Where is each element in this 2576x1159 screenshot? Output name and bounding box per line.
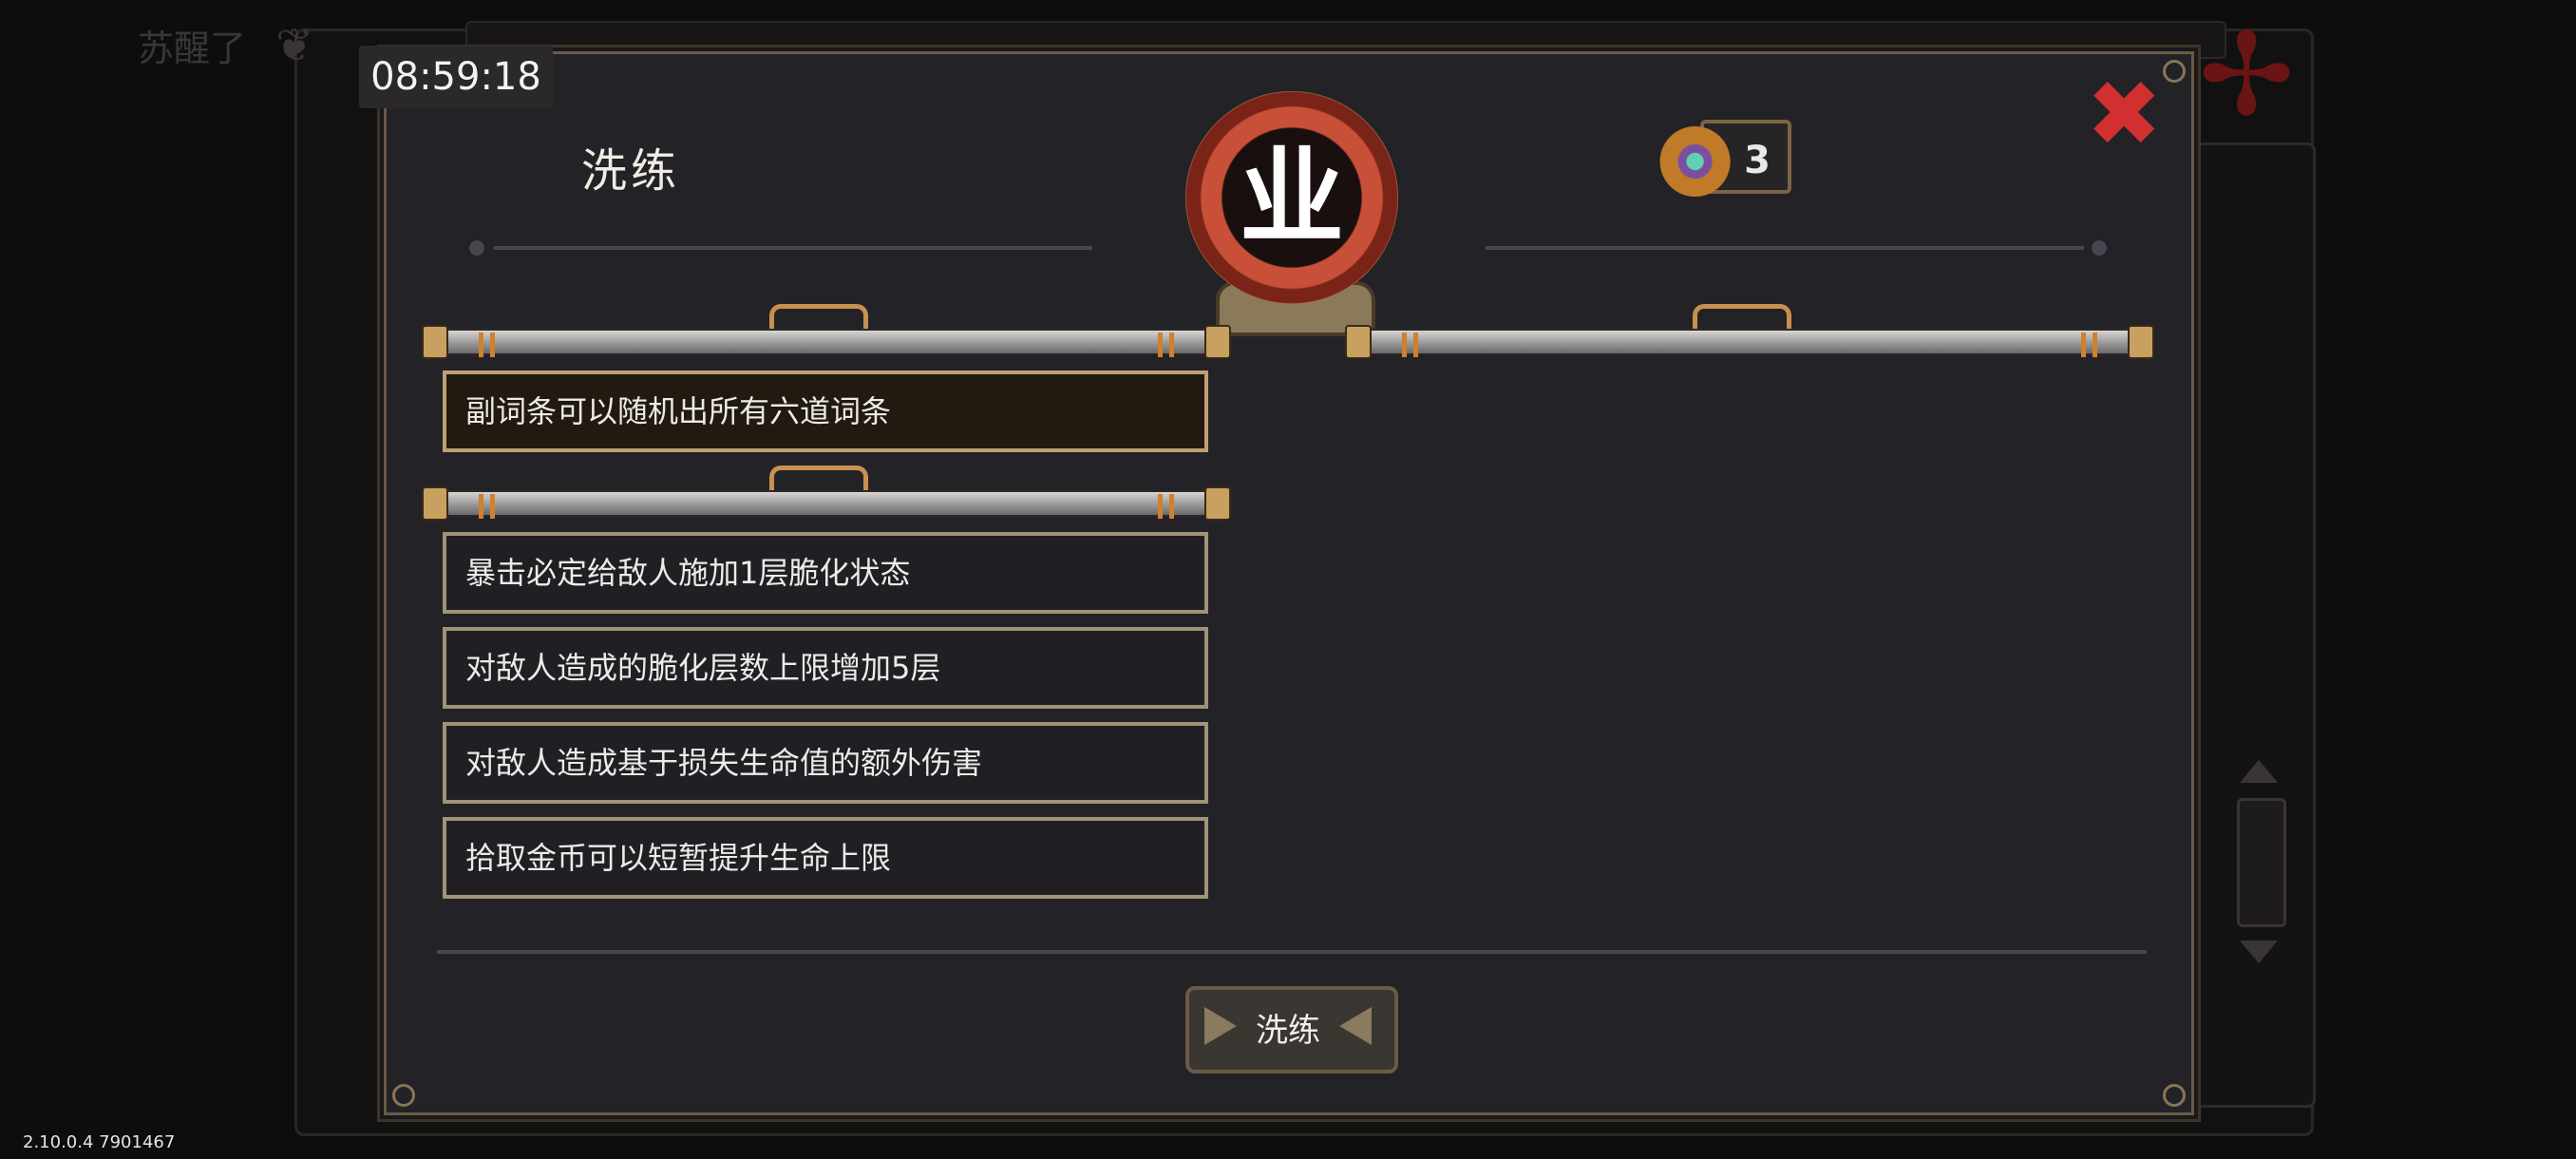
effect-label: 对敌人造成的脆化层数上限增加5层 [465, 650, 941, 686]
scroll-rod [1345, 304, 2154, 359]
divider [494, 246, 1092, 250]
scroll-down-icon [2240, 940, 2278, 963]
rod-handle-icon [1693, 304, 1791, 329]
clock: 08:59:18 [359, 46, 553, 108]
corner-ornament-icon [2163, 60, 2186, 83]
background-title: 苏醒了 [138, 28, 247, 69]
divider [1486, 246, 2084, 250]
currency-counter: 3 [1647, 120, 1799, 200]
emblem: 业 [1178, 91, 1406, 338]
effect-label: 对敌人造成基于损失生命值的额外伤害 [465, 745, 983, 781]
scroll-up-icon [2240, 760, 2278, 783]
refine-button[interactable]: 洗练 [1166, 978, 1410, 1074]
pinwheel-icon: ✢ [2198, 10, 2295, 142]
rod-handle-icon [769, 466, 868, 490]
scroll-thumb [2237, 798, 2286, 927]
selected-effect[interactable]: 副词条可以随机出所有六道词条 [443, 370, 1208, 452]
effect-option[interactable]: 对敌人造成的脆化层数上限增加5层 [443, 627, 1208, 709]
scroll-rod [422, 466, 1231, 521]
close-icon: ✖ [2086, 61, 2163, 167]
dialog-title: 洗练 [581, 144, 681, 198]
corner-ornament-icon [392, 1084, 415, 1107]
divider-bottom [437, 950, 2147, 954]
emblem-glyph: 业 [1240, 137, 1344, 258]
effect-option[interactable]: 对敌人造成基于损失生命值的额外伤害 [443, 722, 1208, 804]
scroll-rod [422, 304, 1231, 359]
divider-dot [469, 240, 484, 256]
refine-button-label: 洗练 [1256, 1012, 1320, 1050]
ornament-icon: ❦ [275, 19, 314, 72]
eye-gem-icon [1647, 125, 1734, 198]
rod-handle-icon [769, 304, 868, 329]
corner-ornament-icon [2163, 1084, 2186, 1107]
effect-option[interactable]: 暴击必定给敌人施加1层脆化状态 [443, 532, 1208, 614]
effect-label: 拾取金币可以短暂提升生命上限 [465, 840, 892, 876]
effect-label: 副词条可以随机出所有六道词条 [465, 393, 892, 429]
divider-dot [2092, 240, 2107, 256]
effect-label: 暴击必定给敌人施加1层脆化状态 [465, 555, 911, 591]
version-label: 2.10.0.4 7901467 [23, 1132, 176, 1152]
close-button[interactable]: ✖ [2086, 68, 2162, 160]
effect-option[interactable]: 拾取金币可以短暂提升生命上限 [443, 817, 1208, 899]
